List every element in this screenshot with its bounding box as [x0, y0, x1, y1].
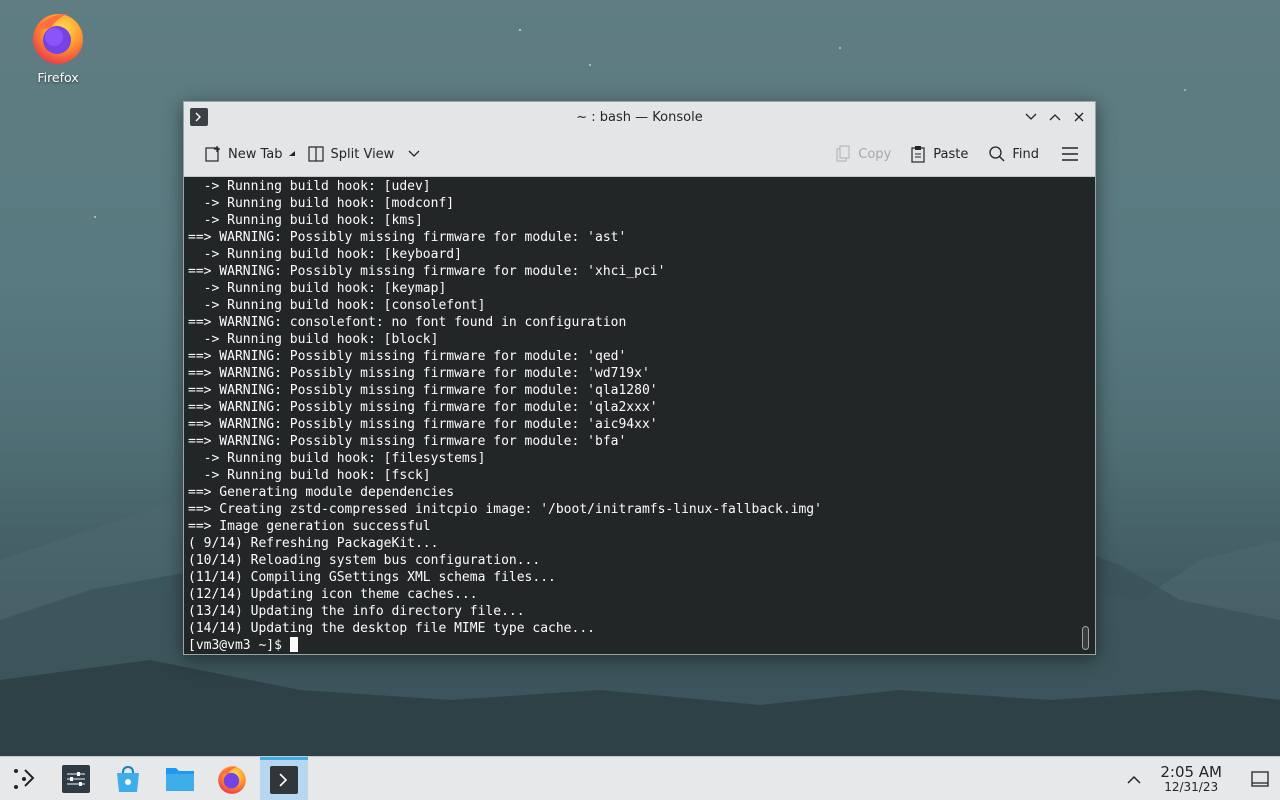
- terminal-output[interactable]: -> Running build hook: [udev] -> Running…: [184, 177, 1095, 654]
- taskbar-discover[interactable]: [104, 757, 152, 800]
- window-titlebar[interactable]: ~ : bash — Konsole: [184, 102, 1095, 132]
- system-tray: 2:05 AM 12/31/23: [1122, 757, 1280, 800]
- clock-time: 2:05 AM: [1160, 763, 1222, 781]
- terminal-prompt-line: [vm3@vm3 ~]$: [188, 637, 1095, 654]
- terminal-line: ==> WARNING: Possibly missing firmware f…: [188, 264, 666, 279]
- konsole-window: ~ : bash — Konsole New Tab Split View Co…: [183, 101, 1096, 655]
- new-tab-label: New Tab: [228, 146, 283, 162]
- terminal-line: ==> WARNING: Possibly missing firmware f…: [188, 383, 658, 398]
- show-desktop-icon: [1251, 771, 1269, 787]
- terminal-line: ==> Creating zstd-compressed initcpio im…: [188, 502, 822, 517]
- find-button[interactable]: Find: [982, 139, 1045, 169]
- application-launcher[interactable]: [0, 757, 48, 800]
- new-tab-button[interactable]: New Tab: [198, 139, 301, 169]
- split-view-label: Split View: [330, 146, 395, 162]
- hamburger-menu-button[interactable]: [1055, 139, 1085, 169]
- submenu-arrow-icon: [288, 151, 295, 156]
- desktop-icon-firefox[interactable]: Firefox: [18, 8, 98, 85]
- terminal-line: ==> WARNING: Possibly missing firmware f…: [188, 417, 658, 432]
- chevron-up-icon: [1127, 775, 1141, 784]
- window-title: ~ : bash — Konsole: [576, 109, 703, 125]
- copy-button[interactable]: Copy: [828, 139, 897, 169]
- terminal-line: -> Running build hook: [udev]: [188, 179, 431, 194]
- show-desktop-button[interactable]: [1240, 771, 1280, 787]
- terminal-line: ==> Image generation successful: [188, 519, 431, 534]
- chevron-down-icon: [1025, 113, 1037, 120]
- chevron-up-icon: [1049, 114, 1061, 121]
- paste-label: Paste: [933, 146, 969, 162]
- terminal-line: ==> Generating module dependencies: [188, 485, 455, 500]
- terminal-line: -> Running build hook: [modconf]: [188, 196, 455, 211]
- maximize-button[interactable]: [1045, 107, 1065, 127]
- desktop-icon-label: Firefox: [37, 70, 79, 85]
- new-tab-icon: [205, 146, 220, 162]
- application-launcher-icon: [14, 768, 35, 789]
- terminal-line: ==> WARNING: Possibly missing firmware f…: [188, 230, 627, 245]
- terminal-line: -> Running build hook: [keymap]: [188, 281, 447, 296]
- close-icon: [1074, 112, 1084, 122]
- terminal-line: ==> WARNING: Possibly missing firmware f…: [188, 434, 627, 449]
- terminal-line: (12/14) Updating icon theme caches...: [188, 587, 478, 602]
- settings-icon: [62, 764, 90, 793]
- file-manager-icon: [166, 767, 194, 791]
- terminal-line: (10/14) Reloading system bus configurati…: [188, 553, 541, 568]
- copy-label: Copy: [858, 146, 892, 162]
- chevron-down-icon: [408, 150, 420, 157]
- terminal-line: -> Running build hook: [filesystems]: [188, 451, 486, 466]
- terminal-line: (14/14) Updating the desktop file MIME t…: [188, 621, 595, 636]
- clock-date: 12/31/23: [1164, 780, 1219, 794]
- taskbar: 2:05 AM 12/31/23: [0, 756, 1280, 800]
- terminal-prompt: [vm3@vm3 ~]$: [188, 638, 290, 653]
- firefox-icon: [218, 765, 246, 794]
- terminal-line: ==> WARNING: Possibly missing firmware f…: [188, 400, 658, 415]
- terminal-line: (13/14) Updating the info directory file…: [188, 604, 525, 619]
- terminal-line: -> Running build hook: [kms]: [188, 213, 423, 228]
- split-view-button[interactable]: Split View: [301, 139, 427, 169]
- terminal-line: ==> WARNING: consolefont: no font found …: [188, 315, 627, 330]
- search-icon: [989, 146, 1005, 162]
- terminal-line: ( 9/14) Refreshing PackageKit...: [188, 536, 439, 551]
- konsole-icon: [270, 766, 298, 794]
- paste-button[interactable]: Paste: [903, 139, 974, 169]
- terminal-cursor: [289, 637, 298, 652]
- hamburger-menu-icon: [1062, 147, 1078, 161]
- taskbar-konsole[interactable]: [260, 756, 308, 800]
- taskbar-file-manager[interactable]: [156, 757, 204, 800]
- discover-icon: [117, 765, 139, 792]
- terminal-line: ==> WARNING: Possibly missing firmware f…: [188, 366, 650, 381]
- terminal-line: -> Running build hook: [block]: [188, 332, 439, 347]
- tray-expand-button[interactable]: [1122, 775, 1146, 784]
- terminal-line: (11/14) Compiling GSettings XML schema f…: [188, 570, 556, 585]
- terminal-line: ==> WARNING: Possibly missing firmware f…: [188, 349, 627, 364]
- split-view-icon: [307, 146, 324, 162]
- minimize-button[interactable]: [1021, 107, 1041, 127]
- copy-icon: [836, 145, 850, 162]
- paste-icon: [911, 146, 925, 163]
- konsole-toolbar: New Tab Split View Copy Paste Find: [184, 132, 1095, 177]
- taskbar-firefox[interactable]: [208, 757, 256, 800]
- terminal-line: -> Running build hook: [keyboard]: [188, 247, 462, 262]
- taskbar-settings[interactable]: [52, 757, 100, 800]
- firefox-icon: [33, 14, 83, 64]
- close-button[interactable]: [1069, 107, 1089, 127]
- digital-clock[interactable]: 2:05 AM 12/31/23: [1160, 764, 1222, 794]
- terminal-line: -> Running build hook: [fsck]: [188, 468, 431, 483]
- terminal-line: -> Running build hook: [consolefont]: [188, 298, 486, 313]
- terminal-scrollbar[interactable]: [1082, 626, 1089, 650]
- find-label: Find: [1012, 146, 1039, 162]
